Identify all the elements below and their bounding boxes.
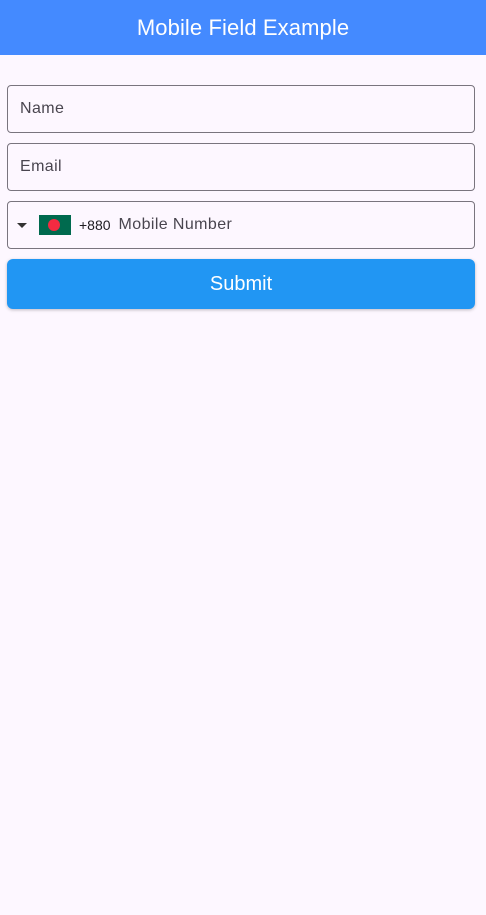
submit-button[interactable]: Submit: [7, 259, 475, 309]
dial-code: +880: [79, 217, 111, 233]
mobile-number-input[interactable]: [118, 202, 474, 248]
email-field[interactable]: [7, 143, 475, 191]
email-input[interactable]: [8, 144, 474, 190]
form: +880 Submit: [7, 85, 475, 309]
name-field[interactable]: [7, 85, 475, 133]
app-bar: Mobile Field Example: [0, 0, 486, 55]
dropdown-arrow-icon[interactable]: [17, 222, 27, 228]
bangladesh-flag-icon: [39, 215, 71, 235]
mobile-number-field[interactable]: +880: [7, 201, 475, 249]
name-input[interactable]: [8, 86, 474, 132]
country-code-picker[interactable]: +880: [8, 202, 119, 248]
flag-circle: [48, 219, 60, 231]
app-bar-title: Mobile Field Example: [136, 14, 350, 40]
